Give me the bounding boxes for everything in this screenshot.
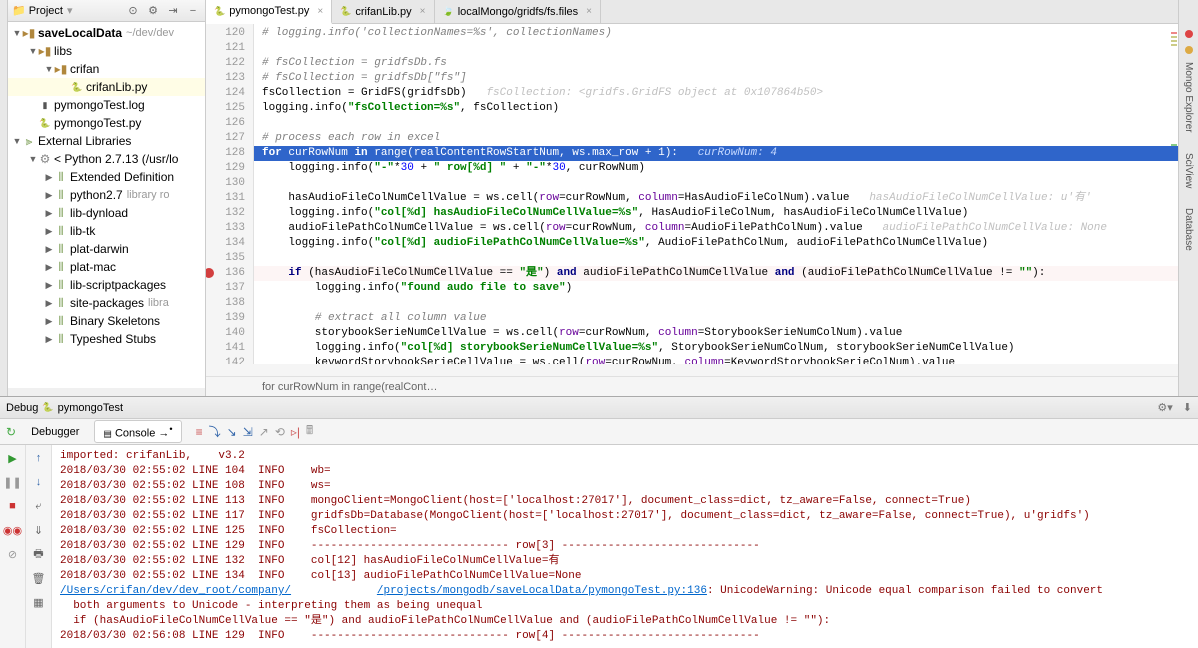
hide-icon[interactable]: ⇥ [165, 3, 181, 19]
debug-toolbar: ↻ Debugger ▤ Console →• ≡ ⤵ ↘ ⇲ ↗ ⟲ ▹| 🖩 [0, 419, 1198, 445]
project-tree[interactable]: ▼▸▮saveLocalData~/dev/dev▼▸▮libs▼▸▮crifa… [8, 22, 205, 388]
editor-body[interactable]: 1201211221231241251261271281291301311321… [206, 24, 1178, 364]
tree-item[interactable]: ▼▸▮saveLocalData~/dev/dev [8, 24, 205, 42]
error-indicator[interactable] [1185, 30, 1193, 38]
console-tab[interactable]: ▤ Console →• [94, 420, 181, 444]
console-line: 2018/03/30 02:55:02 LINE 129 INFO ------… [60, 539, 1190, 554]
tree-item[interactable]: 🐍pymongoTest.py [8, 114, 205, 132]
editor-area: 🐍pymongoTest.py×🐍crifanLib.py×🍃localMong… [206, 0, 1178, 396]
debugger-tab[interactable]: Debugger [22, 422, 88, 442]
console-output[interactable]: imported: crifanLib, v3.22018/03/30 02:5… [52, 445, 1198, 648]
debug-header: Debug 🐍 pymongoTest ⚙▾ ⬇ [0, 397, 1198, 419]
console-controls: ↑ ↓ ⤶ ⇓ 🖶 🗑 ▦ [26, 445, 52, 648]
print-icon[interactable]: 🖶 [30, 545, 48, 563]
evaluate-icon[interactable]: 🖩 [306, 421, 313, 442]
console-line: 2018/03/30 02:56:08 LINE 129 INFO ------… [60, 629, 1190, 644]
editor-tab[interactable]: 🐍pymongoTest.py× [206, 0, 332, 24]
console-line: imported: crifanLib, v3.2 [60, 449, 1190, 464]
console-line: /Users/crifan/dev/dev_root/company/ /pro… [60, 584, 1190, 599]
console-line: 2018/03/30 02:55:02 LINE 132 INFO col[12… [60, 554, 1190, 569]
mongo-explorer-tab[interactable]: Mongo Explorer [1183, 62, 1194, 133]
tree-item[interactable]: ▶⫴plat-mac [8, 258, 205, 276]
project-title: Project [29, 5, 63, 17]
tree-item[interactable]: ▶⫴Extended Definition [8, 168, 205, 186]
debug-run-controls: ▶ ❚❚ ■ ◉◉ ⊘ [0, 445, 26, 648]
tree-item[interactable]: ▶⫴lib-dynload [8, 204, 205, 222]
close-icon[interactable]: × [420, 6, 426, 17]
step-out-icon[interactable]: ↗ [259, 425, 269, 439]
console-line: 2018/03/30 02:55:02 LINE 108 INFO ws= [60, 479, 1190, 494]
drop-frame-icon[interactable]: ⟲ [275, 425, 285, 439]
tree-item[interactable]: ▶⫴Typeshed Stubs [8, 330, 205, 348]
down-icon[interactable]: ↓ [30, 473, 48, 491]
mute-bp-icon[interactable]: ⊘ [4, 545, 22, 563]
python-icon: 🐍 [42, 402, 53, 413]
tree-item[interactable]: ▼▸▮crifan [8, 60, 205, 78]
warn-indicator[interactable] [1185, 46, 1193, 54]
debug-tool-window: Debug 🐍 pymongoTest ⚙▾ ⬇ ↻ Debugger ▤ Co… [0, 397, 1198, 648]
sciview-tab[interactable]: SciView [1183, 153, 1194, 188]
tree-item[interactable]: 🐍crifanLib.py [8, 78, 205, 96]
gear-icon[interactable]: ⚙▾ [1157, 401, 1172, 414]
minimize-icon[interactable]: − [185, 3, 201, 19]
rerun-icon[interactable]: ↻ [6, 425, 16, 439]
folder-icon: 📁 [12, 4, 26, 17]
tree-item[interactable]: ▼⫸External Libraries [8, 132, 205, 150]
step-into-icon[interactable]: ↘ [227, 425, 237, 439]
tree-item[interactable]: ▶⫴plat-darwin [8, 240, 205, 258]
tree-item[interactable]: ▮pymongoTest.log [8, 96, 205, 114]
tree-item[interactable]: ▼⚙< Python 2.7.13 (/usr/lo [8, 150, 205, 168]
project-tool-window: 📁 Project ▾ ⊙ ⚙ ⇥ − ▼▸▮saveLocalData~/de… [8, 0, 206, 396]
console-line: 2018/03/30 02:55:02 LINE 113 INFO mongoC… [60, 494, 1190, 509]
dropdown-icon[interactable]: ▾ [67, 4, 73, 17]
close-icon[interactable]: × [586, 6, 592, 17]
h-scrollbar[interactable] [8, 388, 205, 396]
code-area[interactable]: # logging.info('collectionNames=%s', col… [254, 24, 1178, 364]
breakpoint-icon[interactable] [206, 268, 214, 278]
show-exec-icon[interactable]: ≡ [196, 425, 203, 439]
console-line: 2018/03/30 02:55:02 LINE 125 INFO fsColl… [60, 524, 1190, 539]
editor-tabs: 🐍pymongoTest.py×🐍crifanLib.py×🍃localMong… [206, 0, 1178, 24]
collapse-icon[interactable]: ⊙ [125, 3, 141, 19]
console-line: 2018/03/30 02:55:02 LINE 104 INFO wb= [60, 464, 1190, 479]
filter-icon[interactable]: ▦ [30, 593, 48, 611]
download-icon[interactable]: ⬇ [1183, 401, 1192, 414]
tree-item[interactable]: ▼▸▮libs [8, 42, 205, 60]
left-gutter [0, 0, 8, 396]
console-line: if (hasAudioFileColNumCellValue == "是") … [60, 614, 1190, 629]
right-sidebar: Mongo Explorer SciView Database [1178, 0, 1198, 396]
debug-title: Debug [6, 402, 38, 414]
tree-item[interactable]: ▶⫴site-packageslibra [8, 294, 205, 312]
error-stripe[interactable] [1168, 24, 1178, 364]
clear-icon[interactable]: 🗑 [30, 569, 48, 587]
project-header: 📁 Project ▾ ⊙ ⚙ ⇥ − [8, 0, 205, 22]
tree-item[interactable]: ▶⫴Binary Skeletons [8, 312, 205, 330]
force-step-icon[interactable]: ⇲ [243, 425, 253, 439]
stop-icon[interactable]: ■ [4, 497, 22, 515]
close-icon[interactable]: × [317, 6, 323, 17]
resume-icon[interactable]: ▶ [4, 449, 22, 467]
breadcrumb[interactable]: for curRowNum in range(realCont… [206, 376, 1178, 396]
step-over-icon[interactable]: ⤵ [209, 423, 221, 440]
settings-icon[interactable]: ⚙ [145, 3, 161, 19]
editor-tab[interactable]: 🍃localMongo/gridfs/fs.files× [435, 0, 602, 23]
tree-item[interactable]: ▶⫴lib-tk [8, 222, 205, 240]
up-icon[interactable]: ↑ [30, 449, 48, 467]
console-line: both arguments to Unicode - interpreting… [60, 599, 1190, 614]
scroll-end-icon[interactable]: ⇓ [30, 521, 48, 539]
soft-wrap-icon[interactable]: ⤶ [30, 497, 48, 515]
editor-h-scrollbar[interactable] [206, 364, 1178, 376]
tree-item[interactable]: ▶⫴python2.7library ro [8, 186, 205, 204]
console-line: 2018/03/30 02:55:02 LINE 117 INFO gridfs… [60, 509, 1190, 524]
editor-tab[interactable]: 🐍crifanLib.py× [332, 0, 434, 23]
run-config-name: pymongoTest [58, 402, 123, 414]
tree-item[interactable]: ▶⫴lib-scriptpackages [8, 276, 205, 294]
gutter[interactable]: 1201211221231241251261271281291301311321… [206, 24, 254, 364]
run-to-cursor-icon[interactable]: ▹| [291, 425, 300, 439]
database-tab[interactable]: Database [1183, 208, 1194, 251]
view-bp-icon[interactable]: ◉◉ [4, 521, 22, 539]
console-line: 2018/03/30 02:55:02 LINE 134 INFO col[13… [60, 569, 1190, 584]
breadcrumb-text: for curRowNum in range(realCont… [262, 381, 437, 393]
pause-icon[interactable]: ❚❚ [4, 473, 22, 491]
